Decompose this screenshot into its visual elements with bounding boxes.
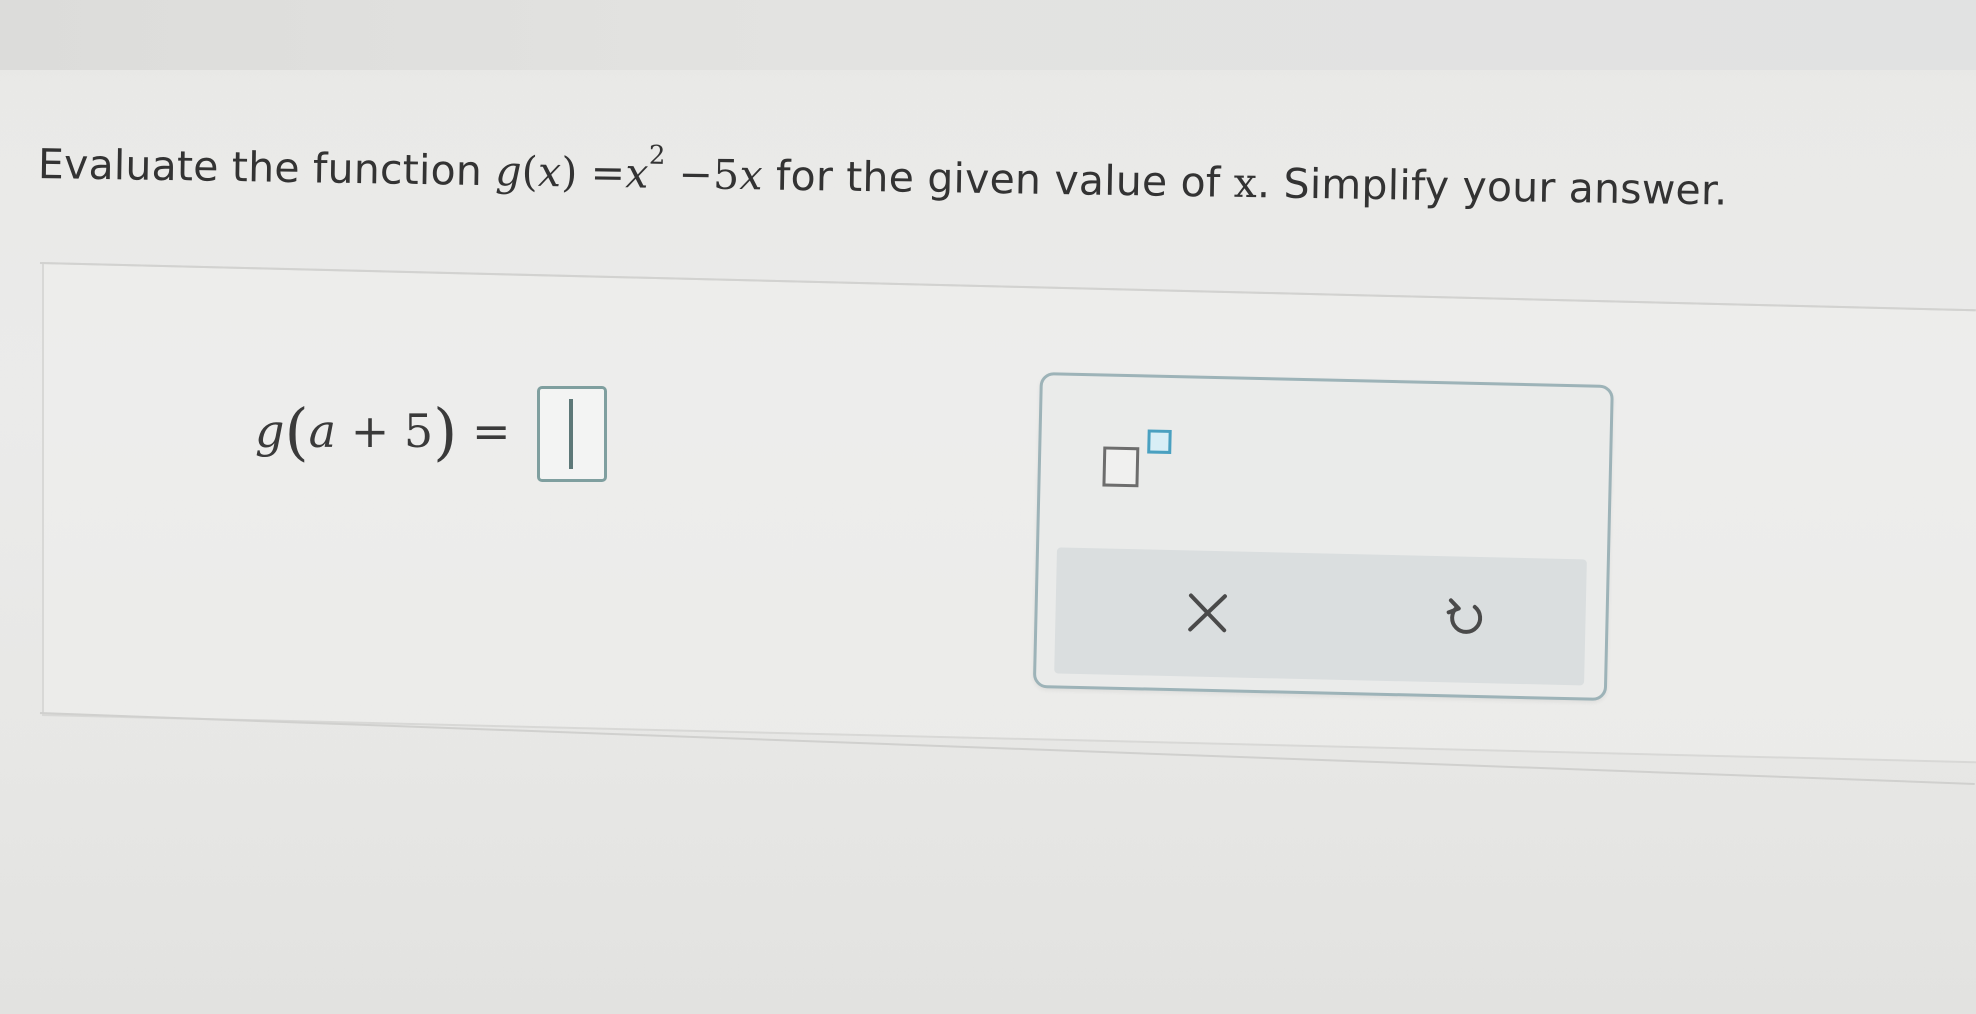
equation-function-name: g xyxy=(255,404,285,458)
undo-button[interactable] xyxy=(1425,578,1507,660)
term1-exponent: 2 xyxy=(648,140,666,171)
answer-area xyxy=(42,262,1976,764)
equation-input-constant: 5 xyxy=(403,404,434,458)
equation-plus: + xyxy=(350,404,390,458)
equation-close-paren: ) xyxy=(433,395,458,468)
term2-variable: x xyxy=(739,151,764,200)
keypad-action-bar xyxy=(1054,547,1587,686)
prompt-outro: . Simplify your answer. xyxy=(1256,159,1728,215)
prompt-intro: Evaluate the function xyxy=(37,140,483,195)
prompt-variable: x xyxy=(1233,158,1258,208)
function-name: g xyxy=(494,147,523,196)
page-header-area xyxy=(0,0,1976,70)
function-arg-open: ( xyxy=(521,147,539,196)
prompt-middle: for the given value of xyxy=(775,151,1221,207)
math-keypad xyxy=(1032,372,1614,701)
term1-base: x xyxy=(624,149,649,198)
exponent-power-box-icon xyxy=(1147,429,1172,454)
function-equals: = xyxy=(590,148,626,198)
question-prompt: Evaluate the function g(x) =x2 −5x for t… xyxy=(38,140,1728,215)
equation-lhs: g(a + 5) = xyxy=(255,395,511,468)
equation-equals: = xyxy=(472,404,511,458)
equation-input-variable: a xyxy=(308,404,337,458)
undo-icon xyxy=(1446,598,1483,634)
clear-button[interactable] xyxy=(1167,572,1249,654)
function-definition: g(x) =x2 −5x xyxy=(494,141,776,200)
exponent-base-box-icon xyxy=(1102,446,1140,488)
exponent-button[interactable] xyxy=(1102,428,1183,494)
equation-open-paren: ( xyxy=(284,395,309,468)
close-icon xyxy=(1188,593,1227,633)
function-arg: x xyxy=(537,147,562,197)
term2-coefficient: 5 xyxy=(712,150,740,200)
function-arg-close: ) xyxy=(560,148,578,197)
minus-sign: − xyxy=(678,150,714,199)
answer-input[interactable] xyxy=(537,386,607,482)
text-cursor xyxy=(569,399,573,469)
